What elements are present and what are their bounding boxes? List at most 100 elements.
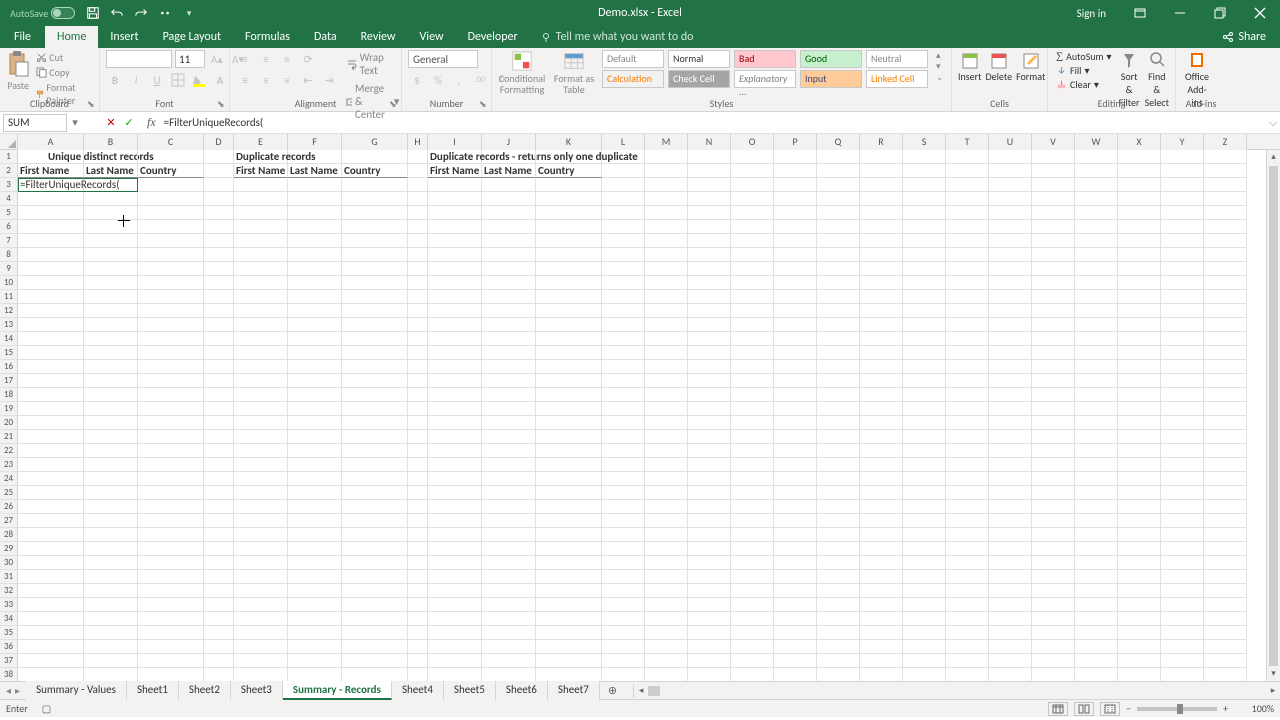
- col-header-I[interactable]: I: [428, 134, 482, 150]
- cell-J8[interactable]: [482, 248, 536, 262]
- tab-formulas[interactable]: Formulas: [233, 26, 302, 48]
- new-sheet-button[interactable]: ⊕: [600, 684, 625, 697]
- cell-K30[interactable]: [536, 556, 602, 570]
- cell-V6[interactable]: [1032, 220, 1075, 234]
- cell-F30[interactable]: [288, 556, 342, 570]
- formula-expand-icon[interactable]: ⌵: [1266, 116, 1280, 130]
- cell-H18[interactable]: [408, 388, 428, 402]
- cell-V11[interactable]: [1032, 290, 1075, 304]
- cell-S18[interactable]: [903, 388, 946, 402]
- col-header-C[interactable]: C: [138, 134, 204, 150]
- vertical-scrollbar[interactable]: ▴ ▾: [1266, 150, 1280, 681]
- cell-C21[interactable]: [138, 430, 204, 444]
- tab-scroll-right-icon[interactable]: ▸: [15, 684, 20, 697]
- cell-M22[interactable]: [645, 444, 688, 458]
- cell-J11[interactable]: [482, 290, 536, 304]
- cell-P15[interactable]: [774, 346, 817, 360]
- cell-M19[interactable]: [645, 402, 688, 416]
- cell-Y5[interactable]: [1161, 206, 1204, 220]
- cell-M32[interactable]: [645, 584, 688, 598]
- cell-K7[interactable]: [536, 234, 602, 248]
- cell-E18[interactable]: [234, 388, 288, 402]
- cell-O12[interactable]: [731, 304, 774, 318]
- cell-G35[interactable]: [342, 626, 408, 640]
- cell-Y2[interactable]: [1161, 164, 1204, 178]
- cell-G23[interactable]: [342, 458, 408, 472]
- cell-F1[interactable]: [288, 150, 342, 164]
- cell-U9[interactable]: [989, 262, 1032, 276]
- cell-T31[interactable]: [946, 570, 989, 584]
- cell-E3[interactable]: [234, 178, 288, 192]
- cell-Q14[interactable]: [817, 332, 860, 346]
- cell-E8[interactable]: [234, 248, 288, 262]
- cell-Q37[interactable]: [817, 654, 860, 668]
- cell-N34[interactable]: [688, 612, 731, 626]
- cell-E11[interactable]: [234, 290, 288, 304]
- cell-T23[interactable]: [946, 458, 989, 472]
- cell-F26[interactable]: [288, 500, 342, 514]
- tell-me-input[interactable]: Tell me what you want to do: [530, 26, 704, 48]
- cell-C17[interactable]: [138, 374, 204, 388]
- cell-R19[interactable]: [860, 402, 903, 416]
- cell-I11[interactable]: [428, 290, 482, 304]
- cell-C29[interactable]: [138, 542, 204, 556]
- cell-I2[interactable]: First Name: [428, 164, 482, 178]
- cell-K25[interactable]: [536, 486, 602, 500]
- delete-cells-button[interactable]: Delete: [986, 50, 1013, 96]
- cell-M12[interactable]: [645, 304, 688, 318]
- cell-Y29[interactable]: [1161, 542, 1204, 556]
- cell-G7[interactable]: [342, 234, 408, 248]
- cell-P33[interactable]: [774, 598, 817, 612]
- cell-M36[interactable]: [645, 640, 688, 654]
- tab-page-layout[interactable]: Page Layout: [151, 26, 233, 48]
- cell-N31[interactable]: [688, 570, 731, 584]
- cell-W6[interactable]: [1075, 220, 1118, 234]
- cell-I34[interactable]: [428, 612, 482, 626]
- cell-K11[interactable]: [536, 290, 602, 304]
- cell-R20[interactable]: [860, 416, 903, 430]
- cell-R5[interactable]: [860, 206, 903, 220]
- cell-L26[interactable]: [602, 500, 645, 514]
- cell-B14[interactable]: [84, 332, 138, 346]
- cell-L32[interactable]: [602, 584, 645, 598]
- cell-I5[interactable]: [428, 206, 482, 220]
- cell-F10[interactable]: [288, 276, 342, 290]
- cell-E7[interactable]: [234, 234, 288, 248]
- cell-C9[interactable]: [138, 262, 204, 276]
- cell-U20[interactable]: [989, 416, 1032, 430]
- cell-T6[interactable]: [946, 220, 989, 234]
- cell-P12[interactable]: [774, 304, 817, 318]
- touch-mode-icon[interactable]: [155, 3, 175, 23]
- cell-S22[interactable]: [903, 444, 946, 458]
- cell-A8[interactable]: [18, 248, 84, 262]
- cell-Y23[interactable]: [1161, 458, 1204, 472]
- style-scroll-up-icon[interactable]: ▴: [936, 50, 944, 61]
- format-as-table-button[interactable]: Format as Table: [550, 50, 598, 96]
- cell-I26[interactable]: [428, 500, 482, 514]
- cell-T30[interactable]: [946, 556, 989, 570]
- cell-A28[interactable]: [18, 528, 84, 542]
- tab-scroll-left-icon[interactable]: ◂: [6, 684, 11, 697]
- row-header-1[interactable]: 1: [0, 150, 18, 164]
- cell-D25[interactable]: [204, 486, 234, 500]
- sign-in-button[interactable]: Sign in: [1063, 7, 1120, 20]
- cell-I9[interactable]: [428, 262, 482, 276]
- cell-U6[interactable]: [989, 220, 1032, 234]
- cell-style-bad[interactable]: Bad: [734, 50, 796, 68]
- cell-Z29[interactable]: [1204, 542, 1247, 556]
- cell-W4[interactable]: [1075, 192, 1118, 206]
- cell-V19[interactable]: [1032, 402, 1075, 416]
- cell-A16[interactable]: [18, 360, 84, 374]
- cell-U32[interactable]: [989, 584, 1032, 598]
- cell-R18[interactable]: [860, 388, 903, 402]
- cell-T29[interactable]: [946, 542, 989, 556]
- cell-E28[interactable]: [234, 528, 288, 542]
- cell-F18[interactable]: [288, 388, 342, 402]
- cell-M23[interactable]: [645, 458, 688, 472]
- cell-M27[interactable]: [645, 514, 688, 528]
- row-header-37[interactable]: 37: [0, 654, 18, 668]
- cell-Q38[interactable]: [817, 668, 860, 681]
- cell-T18[interactable]: [946, 388, 989, 402]
- cell-Z31[interactable]: [1204, 570, 1247, 584]
- cell-X24[interactable]: [1118, 472, 1161, 486]
